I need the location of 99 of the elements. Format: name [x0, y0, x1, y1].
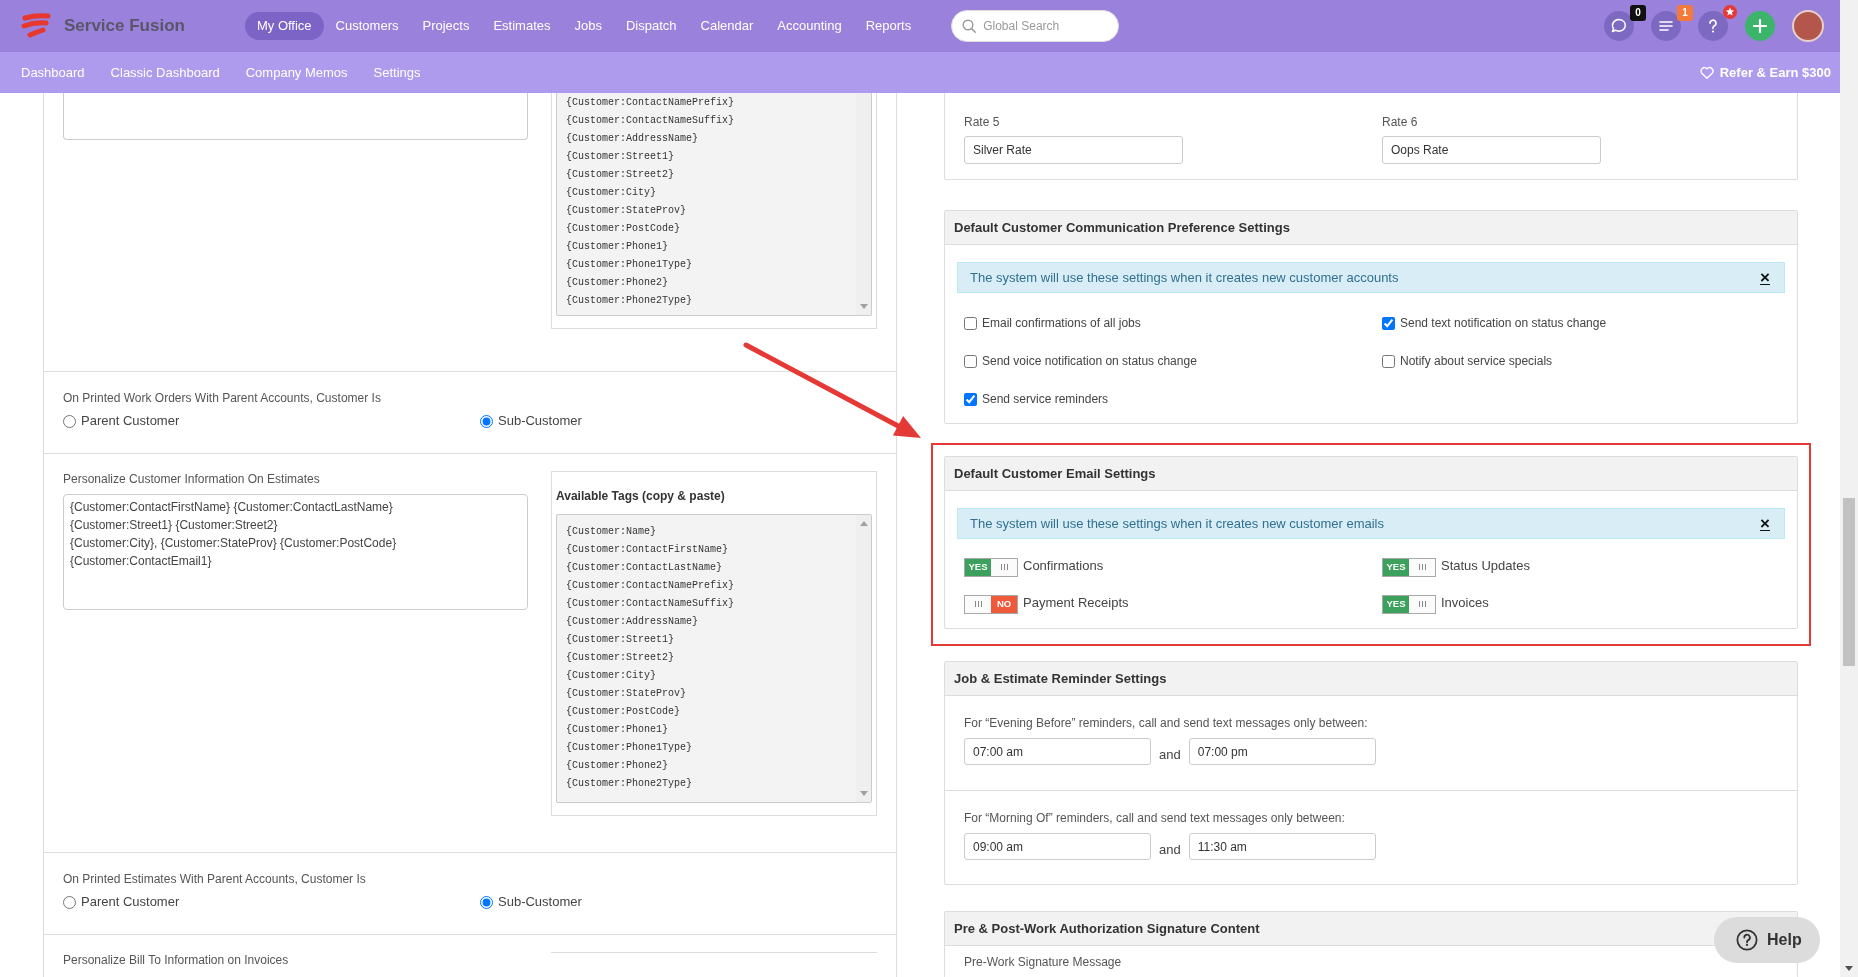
template-tag: {Customer:PostCode} [566, 703, 856, 721]
panel-header: Default Customer Communication Preference Settings [945, 211, 1797, 245]
template-tag: {Customer:ContactNamePrefix} [566, 94, 856, 112]
checkbox[interactable] [964, 316, 977, 330]
joiner-text: and [1159, 745, 1181, 764]
checkbox[interactable] [964, 392, 977, 406]
field-label: Rate 6 [1382, 115, 1419, 129]
template-tag: {Customer:ContactFirstName} [566, 541, 856, 559]
template-tag: {Customer:Phone1Type} [566, 739, 856, 757]
radio-button[interactable] [480, 895, 493, 909]
help-icon [1736, 929, 1758, 951]
template-tag: {Customer:AddressName} [566, 613, 856, 631]
radio-label[interactable]: Sub-Customer [498, 892, 582, 912]
template-tag: {Customer:StateProv} [566, 685, 856, 703]
avatar[interactable] [1792, 10, 1824, 42]
checkbox-label[interactable]: Email confirmations of all jobs [982, 314, 1141, 332]
template-tag: {Customer:Phone2} [566, 757, 856, 775]
search-icon [962, 19, 977, 33]
scroll-up-icon[interactable] [859, 521, 868, 526]
count-badge: 0 [1630, 5, 1646, 21]
radio-button[interactable] [480, 414, 493, 428]
textarea-field[interactable] [63, 93, 528, 140]
checkbox[interactable] [1382, 354, 1395, 368]
template-tag: {Customer:Name} [566, 523, 856, 541]
scrollbar[interactable] [1840, 0, 1858, 977]
grip-icon [974, 601, 982, 607]
section-label: Personalize Customer Information On Estimates [63, 471, 321, 487]
template-tag: {Customer:Phone2Type} [566, 292, 856, 310]
template-tag: {Customer:Street2} [566, 166, 856, 184]
field-label: Rate 5 [964, 115, 1001, 129]
checkbox-label[interactable]: Send voice notification on status change [982, 352, 1197, 370]
checkbox-label[interactable]: Send text notification on status change [1400, 314, 1607, 332]
close-button[interactable]: × [1758, 514, 1772, 533]
reminder-label: For “Evening Before” reminders, call and send text messages only between: [964, 716, 1369, 730]
help-button[interactable]: Help [1714, 917, 1820, 963]
template-tag: {Customer:Phone1} [566, 721, 856, 739]
template-tag: {Customer:Street1} [566, 148, 856, 166]
radio-button[interactable] [63, 414, 76, 428]
toggle-label: Invoices [1441, 593, 1489, 612]
template-tag: {Customer:Phone2Type} [566, 775, 856, 793]
template-tag: {Customer:ContactLastName} [566, 559, 856, 577]
time-field[interactable]: 09:00 am [964, 833, 1151, 860]
section-label: On Printed Work Orders With Parent Accounts, Customer Is [63, 390, 382, 406]
radio-label[interactable]: Sub-Customer [498, 411, 582, 431]
joiner-text: and [1159, 840, 1181, 859]
template-tag: {Customer:Phone2} [566, 274, 856, 292]
alert-message: The system will use these settings when it creates new customer emails [970, 514, 1384, 533]
panel-header: Job & Estimate Reminder Settings [945, 662, 1797, 696]
template-tag: {Customer:ContactNamePrefix} [566, 577, 856, 595]
field-label: Pre-Work Signature Message [964, 955, 1123, 969]
template-tag: {Customer:Phone1Type} [566, 256, 856, 274]
scroll-down-icon[interactable] [1845, 966, 1853, 971]
tags-title: Available Tags (copy & paste) [556, 488, 726, 505]
toggle-label: Payment Receipts [1023, 593, 1129, 612]
time-field[interactable]: 11:30 am [1188, 833, 1376, 860]
template-tag: {Customer:Phone1} [566, 238, 856, 256]
checkbox[interactable] [1382, 316, 1395, 330]
template-tag: {Customer:Street2} [566, 649, 856, 667]
checkbox[interactable] [964, 354, 977, 368]
radio-label[interactable]: Parent Customer [81, 411, 180, 431]
list-icon[interactable] [1651, 11, 1681, 41]
count-badge: 1 [1677, 5, 1693, 21]
time-field[interactable]: 07:00 pm [1188, 738, 1376, 765]
reminder-label: For “Morning Of” reminders, call and send text messages only between: [964, 811, 1346, 825]
scrollbar-thumb[interactable] [1843, 498, 1855, 666]
grip-icon [1418, 564, 1426, 570]
textarea-field[interactable]: {Customer:ContactFirstName} {Customer:ContactLastName} {Customer:Street1} {Customer:Street2} {Customer:City}, {Customer:StateProv} {Customer:PostCode} {Customer:ContactEmail1} [63, 494, 528, 610]
logo-text: Service Fusion [64, 15, 185, 38]
section-label: Personalize Bill To Information on Invoices [63, 952, 290, 968]
toggle-label: Status Updates [1441, 556, 1530, 575]
template-tag: {Customer:PostCode} [566, 220, 856, 238]
time-field[interactable]: 07:00 am [964, 738, 1151, 765]
template-tag: {Customer:AddressName} [566, 130, 856, 148]
heart-icon [1699, 66, 1714, 79]
search-field[interactable]: Global Search [951, 10, 1120, 42]
grip-icon [1418, 601, 1426, 607]
text-field[interactable]: Silver Rate [964, 136, 1183, 164]
section-label: On Printed Estimates With Parent Accounts, Customer Is [63, 871, 367, 887]
template-tag: {Customer:ContactNameSuffix} [566, 595, 856, 613]
template-tag: {Customer:Street1} [566, 631, 856, 649]
checkbox-label[interactable]: Notify about service specials [1400, 352, 1553, 370]
panel-header: Default Customer Email Settings [945, 457, 1797, 491]
toggle-label: Confirmations [1023, 556, 1104, 575]
chat-icon[interactable] [1604, 11, 1634, 41]
help-icon[interactable] [1698, 11, 1728, 41]
template-tag: {Customer:City} [566, 667, 856, 685]
close-button[interactable]: × [1758, 268, 1772, 287]
template-tag: {Customer:ContactNameSuffix} [566, 112, 856, 130]
radio-button[interactable] [63, 895, 76, 909]
alert-message: The system will use these settings when it creates new customer accounts [970, 268, 1399, 287]
nav-link[interactable]: My Office [244, 12, 324, 40]
template-tag: {Customer:StateProv} [566, 202, 856, 220]
plus-icon[interactable] [1745, 11, 1775, 41]
template-tag: {Customer:City} [566, 184, 856, 202]
radio-label[interactable]: Parent Customer [81, 892, 180, 912]
text-field[interactable]: Oops Rate [1382, 136, 1601, 164]
grip-icon [1000, 564, 1008, 570]
checkbox-label[interactable]: Send service reminders [982, 390, 1109, 408]
logo-icon [20, 13, 52, 39]
